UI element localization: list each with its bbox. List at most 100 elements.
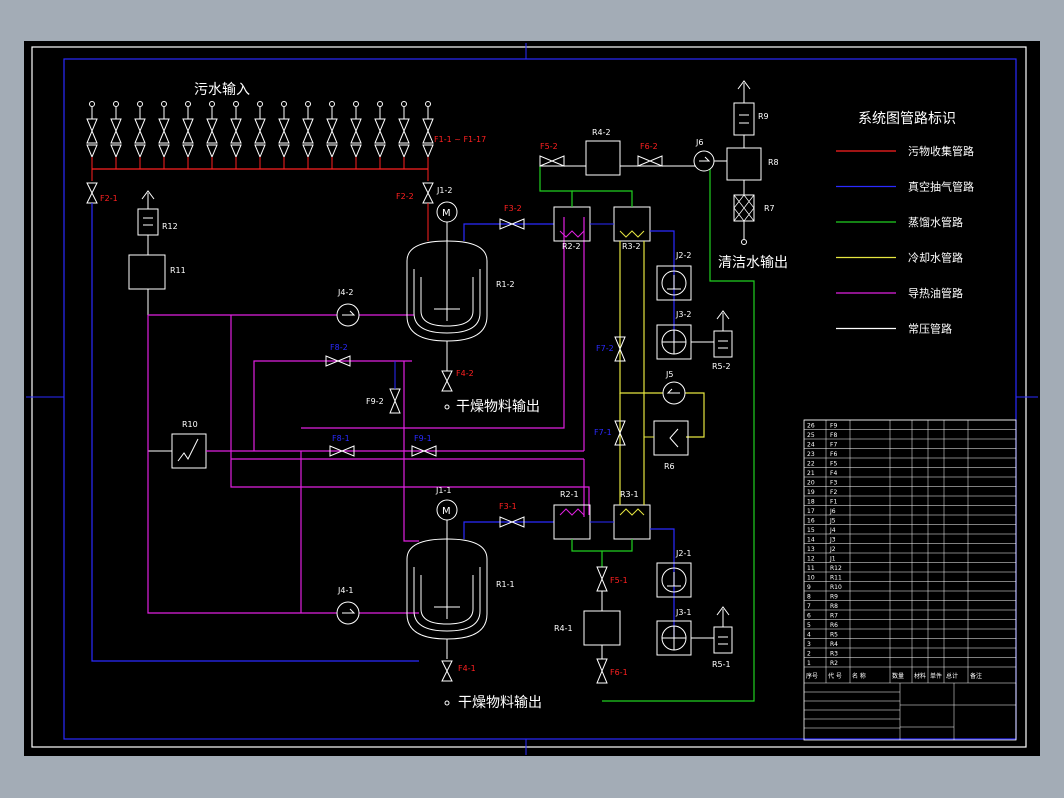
table-cell: R8 (830, 603, 838, 610)
table-row: 25 F8 (807, 432, 837, 439)
inlet-valve[interactable] (302, 101, 314, 170)
label-r4-2: R4-2 (592, 128, 611, 137)
svg-text:M: M (442, 208, 451, 219)
table-cell: J3 (829, 537, 836, 544)
table-row: 8 R9 (807, 594, 838, 601)
label-r12: R12 (162, 222, 178, 231)
table-header-cell: 代 号 (828, 672, 842, 680)
table-row: 23 F6 (807, 451, 837, 458)
table-row: 6 R7 (807, 613, 838, 620)
label-r7: R7 (764, 204, 775, 213)
table-cell: R2 (830, 660, 838, 667)
table-row: 5 R6 (807, 622, 838, 629)
pump-j6[interactable] (693, 150, 715, 172)
label-j4-1: J4-1 (337, 586, 353, 595)
valve-f4-2[interactable] (441, 370, 453, 392)
inlet-valve[interactable] (86, 101, 98, 170)
inlet-valve[interactable] (278, 101, 290, 170)
piping-diagram: 污水输入 F1-1 ~ F1-17 F2-1 F2-2 R12 R11 R10 (26, 43, 1038, 755)
table-cell: 3 (807, 641, 811, 648)
label-j4-2: J4-2 (337, 288, 353, 297)
legend-label: 常压管路 (908, 322, 952, 336)
table-cell: J1 (829, 556, 836, 563)
table-header-cell: 序号 (806, 672, 818, 680)
table-row: 11 R12 (807, 565, 842, 572)
table-row: 9 R10 (807, 584, 842, 591)
label-r5-2: R5-2 (712, 362, 731, 371)
table-cell: 5 (807, 622, 811, 629)
table-row: 7 R8 (807, 603, 838, 610)
pump-j4-2[interactable] (336, 303, 360, 327)
valve-f9-2[interactable] (389, 388, 401, 414)
table-cell: 15 (807, 527, 815, 534)
inlet-valve[interactable] (422, 101, 434, 170)
legend-title: 系统图管路标识 (858, 111, 956, 127)
label-r4-1: R4-1 (554, 624, 573, 633)
table-row: 19 F2 (807, 489, 837, 496)
table-cell: 24 (807, 442, 815, 449)
heat-oil-network (147, 217, 590, 614)
motor-j1-1: M (436, 499, 458, 521)
controller-r10 (171, 433, 207, 469)
pump-j4-1[interactable] (336, 601, 360, 625)
table-cell: F6 (830, 451, 837, 458)
vacuum-gauge-j2-2 (656, 265, 692, 301)
vacuum-pump-j3-1[interactable] (656, 620, 692, 656)
vent-r12 (137, 190, 159, 255)
parts-list-table: 26 F925 F824 F723 F622 F521 F420 F319 F218 F117 J6… (803, 419, 1017, 741)
vacuum-gauge-j2-1 (656, 562, 692, 598)
valve-label-f8-2: F8-2 (330, 343, 348, 352)
table-row: 15 J4 (807, 527, 836, 534)
inlet-title: 污水输入 (194, 82, 250, 98)
valve-f5-1[interactable] (596, 566, 608, 592)
table-cell: 13 (807, 546, 815, 553)
valve-label-f4-1: F4-1 (458, 664, 476, 673)
table-cell: R7 (830, 613, 838, 620)
inlet-valve[interactable] (374, 101, 386, 170)
inlet-valve[interactable] (182, 101, 194, 170)
label-j6: J6 (695, 138, 703, 147)
table-cell: J2 (829, 546, 836, 553)
table-row: 26 F9 (807, 423, 837, 430)
valve-f5-2[interactable] (539, 155, 565, 167)
valve-label-f7-1: F7-1 (594, 428, 612, 437)
output-clean-water: 清洁水输出 (718, 255, 788, 271)
drawing-sheet: 污水输入 F1-1 ~ F1-17 F2-1 F2-2 R12 R11 R10 (24, 41, 1040, 756)
exhaust-r5-1 (691, 606, 733, 654)
inlet-valve[interactable] (350, 101, 362, 170)
inlet-valve[interactable] (206, 101, 218, 170)
inlet-valve[interactable] (230, 101, 242, 170)
inlet-valve[interactable] (398, 101, 410, 170)
table-cell: 22 (807, 461, 815, 468)
inlet-valve[interactable] (254, 101, 266, 170)
inlet-valve[interactable] (134, 101, 146, 170)
valve-f2-2[interactable] (422, 182, 434, 204)
label-j1-1: J1-1 (435, 486, 451, 495)
valve-label-f7-2: F7-2 (596, 344, 614, 353)
valve-f4-1[interactable] (441, 660, 453, 682)
table-cell: 26 (807, 423, 815, 430)
table-cell: F9 (830, 423, 837, 430)
legend-item: 蒸馏水管路 (836, 215, 963, 229)
inlet-valve[interactable] (158, 101, 170, 170)
table-cell: R9 (830, 594, 838, 601)
label-j3-1: J3-1 (675, 608, 691, 617)
valve-f6-1[interactable] (596, 658, 608, 684)
inlet-valve[interactable] (326, 101, 338, 170)
table-row: 20 F3 (807, 480, 837, 487)
vacuum-pump-j3-2[interactable] (656, 324, 692, 360)
inlet-valve[interactable] (110, 101, 122, 170)
valve-f6-2[interactable] (637, 155, 663, 167)
valve-f2-1[interactable] (86, 182, 98, 204)
table-cell: 23 (807, 451, 815, 458)
output-dry-material-top: 干燥物料输出 (456, 399, 540, 415)
valve-label-f5-2: F5-2 (540, 142, 558, 151)
valve-label-f3-2: F3-2 (504, 204, 522, 213)
label-r1-2: R1-2 (496, 280, 515, 289)
table-row: 14 J3 (807, 537, 836, 544)
label-j3-2: J3-2 (675, 310, 691, 319)
label-j2-2: J2-2 (675, 251, 691, 260)
legend-item: 导热油管路 (836, 286, 963, 300)
table-cell: R3 (830, 651, 838, 658)
pump-j5[interactable] (662, 381, 686, 405)
